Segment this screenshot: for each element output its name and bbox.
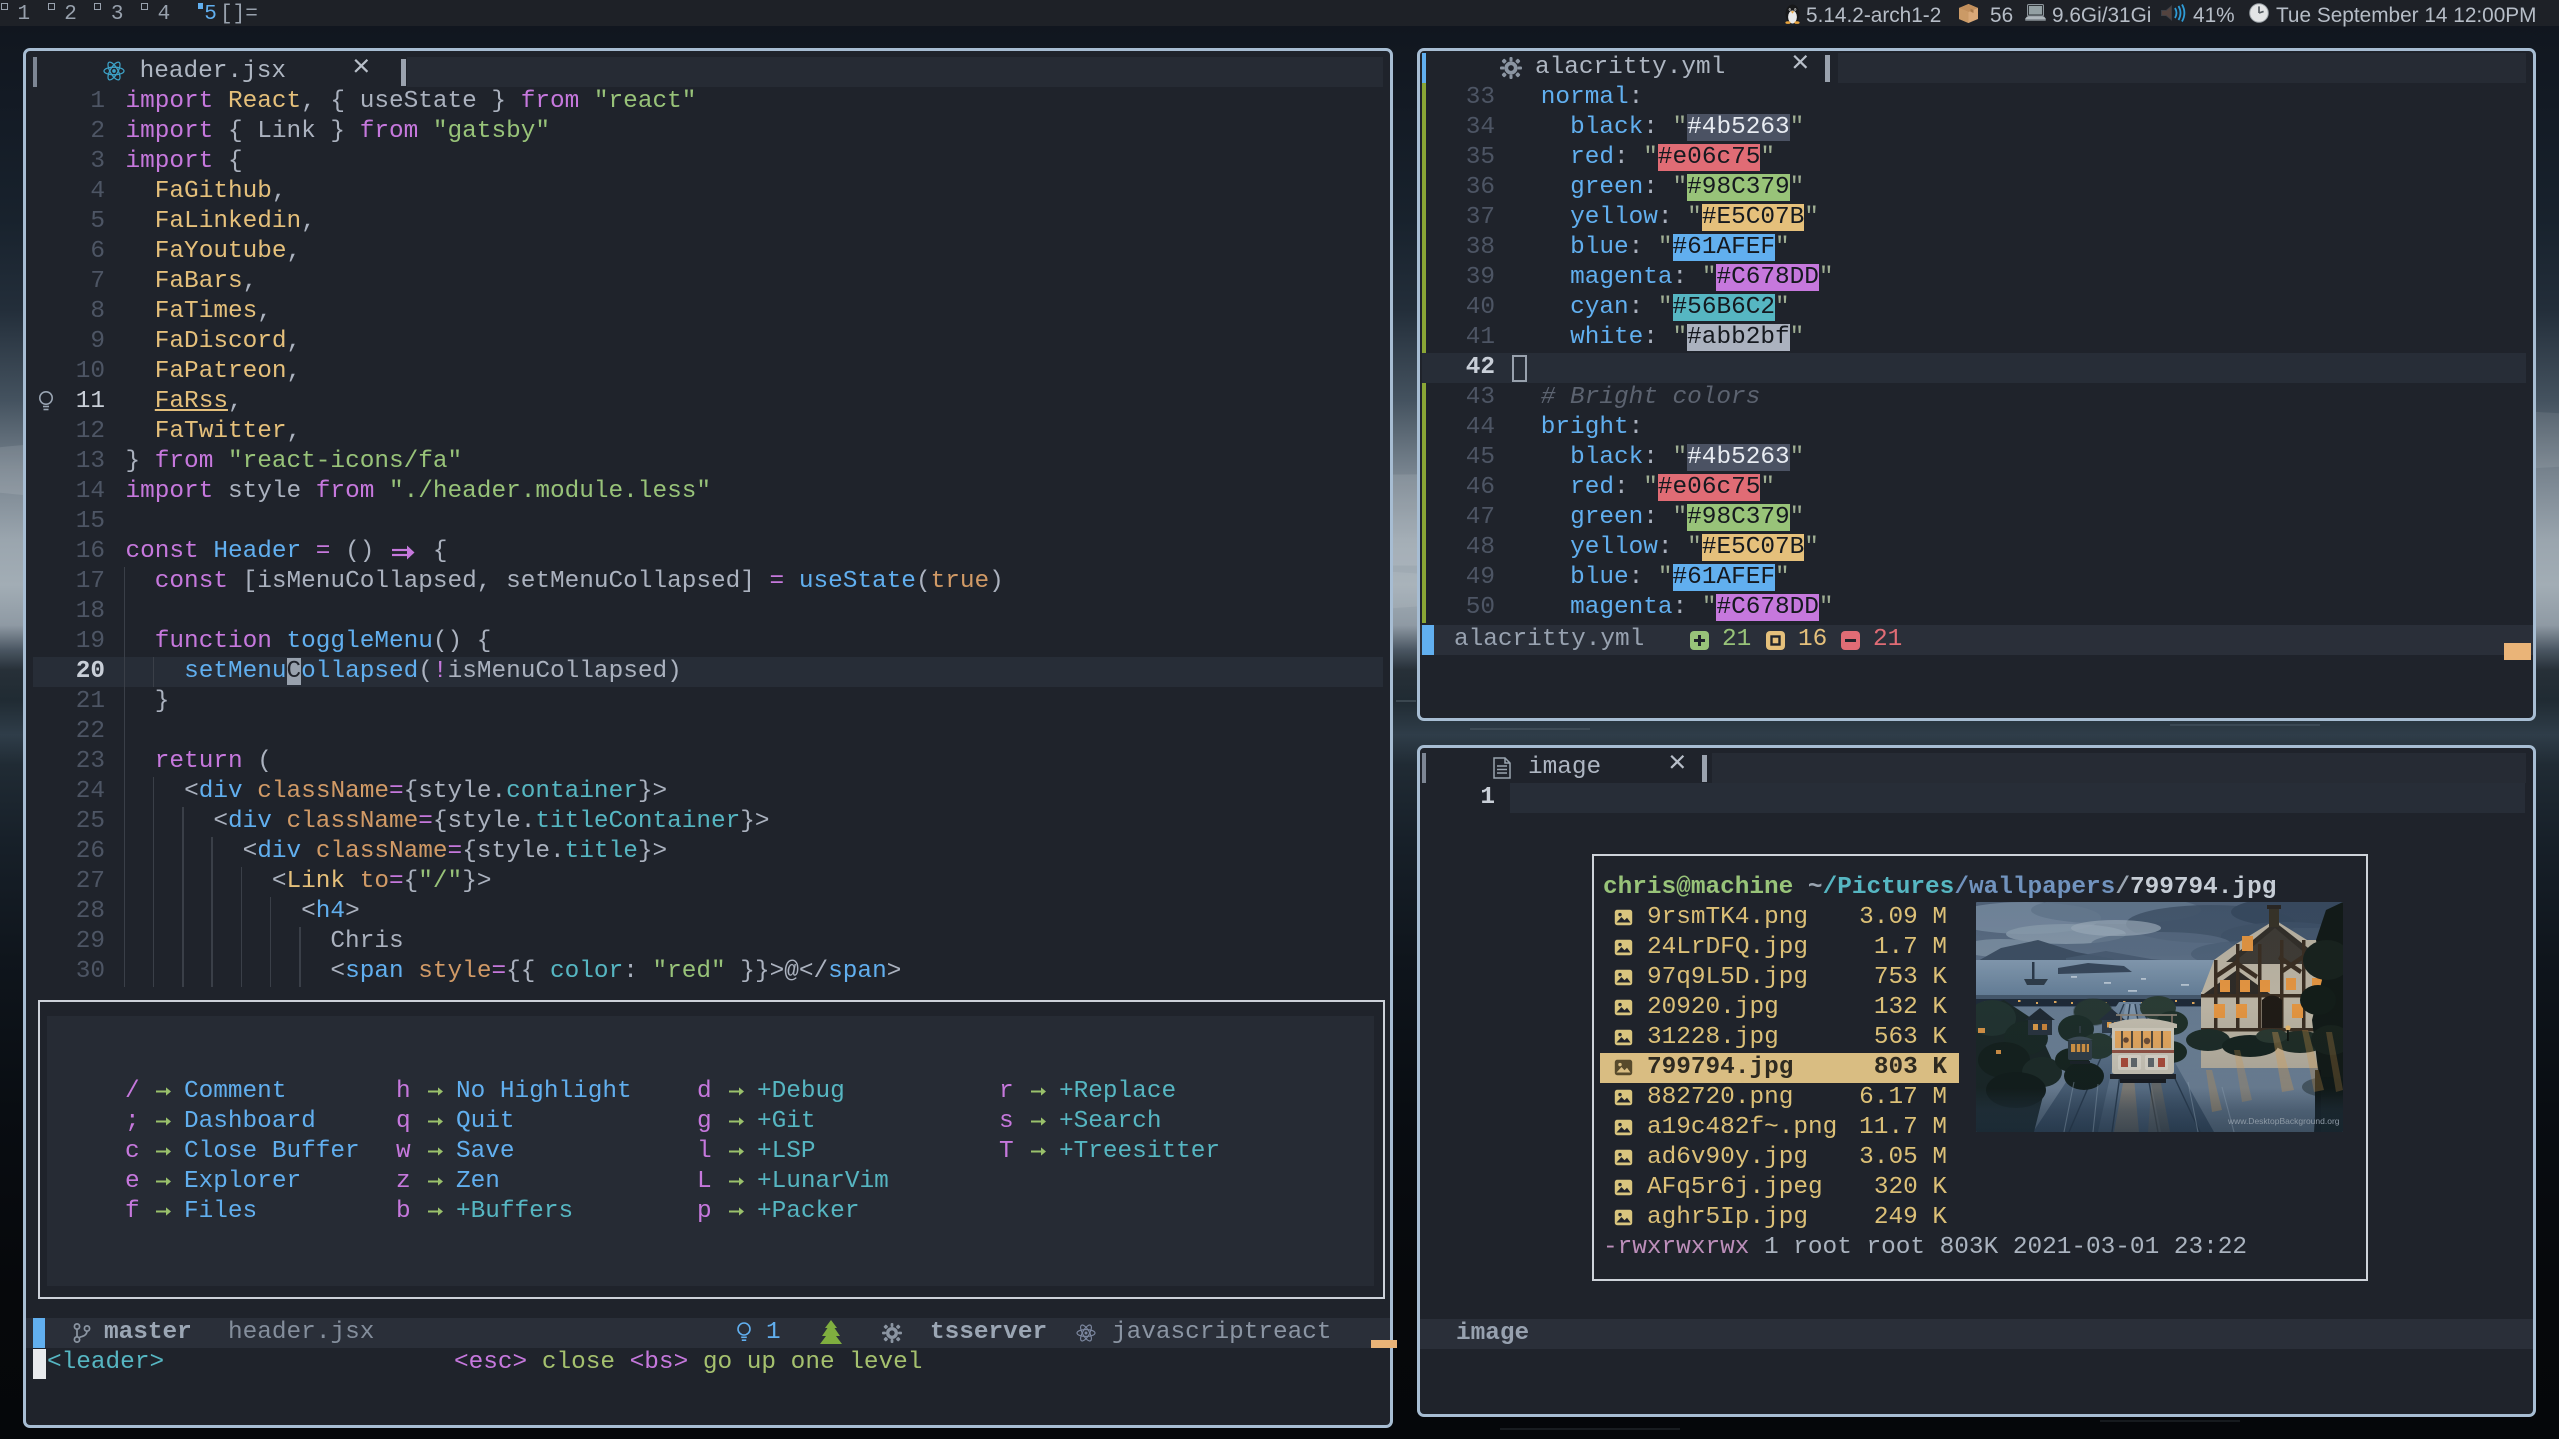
svg-text:www.DesktopBackground.org: www.DesktopBackground.org bbox=[2227, 1116, 2340, 1126]
